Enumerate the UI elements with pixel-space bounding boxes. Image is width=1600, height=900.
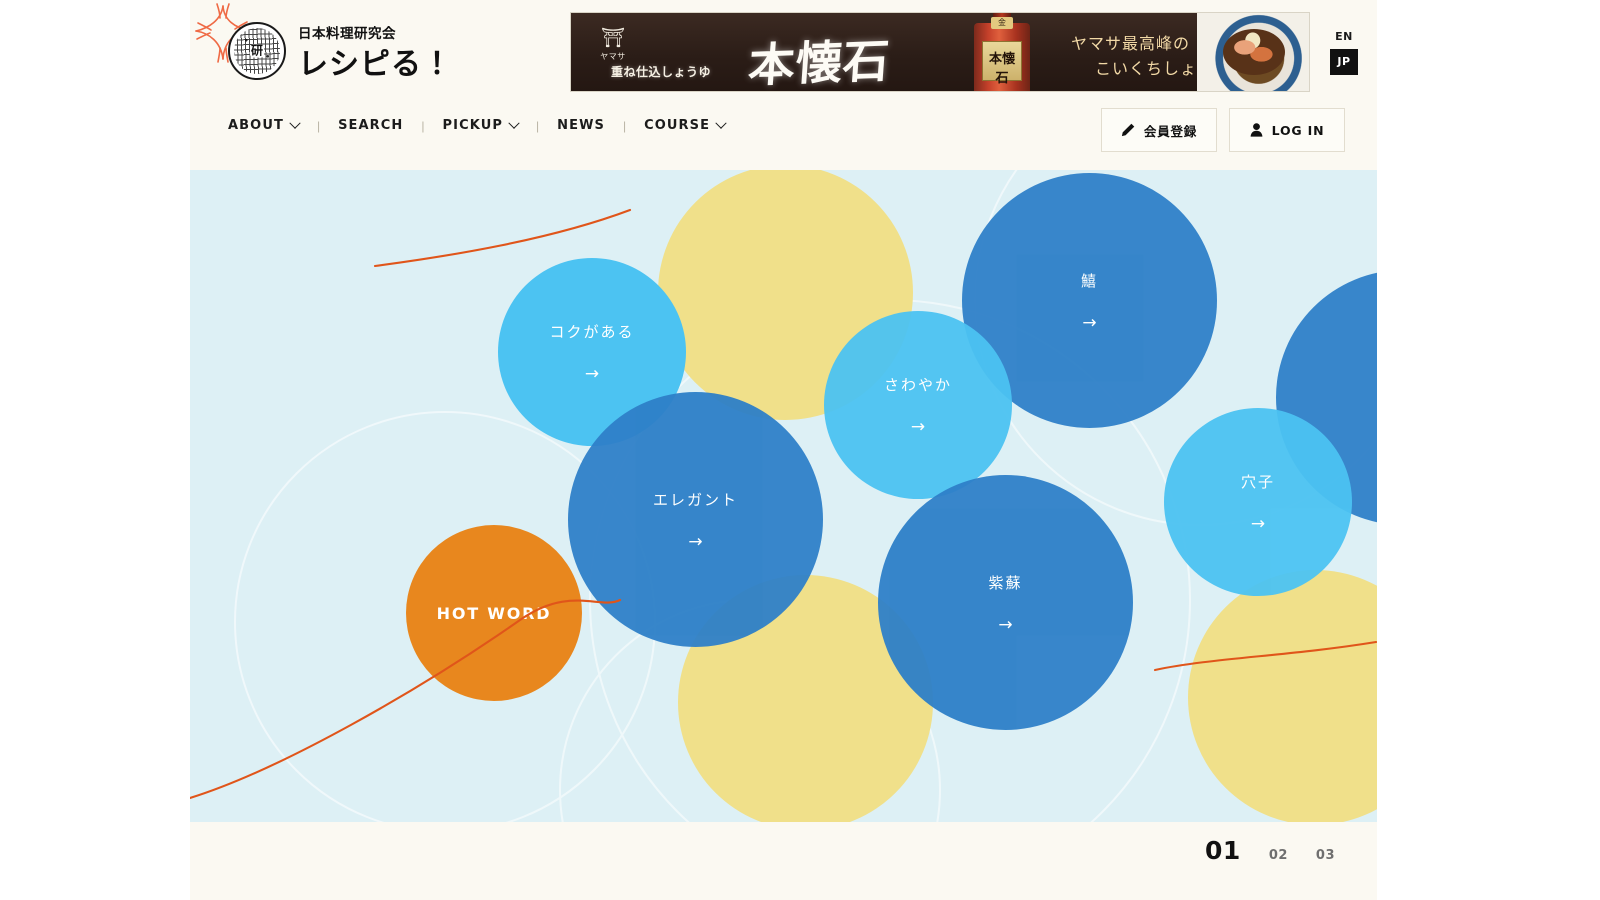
banner-tagline: 重ね仕込しょうゆ: [611, 65, 712, 79]
brand-title: レシピる！: [298, 47, 453, 82]
pagination-item-03[interactable]: 03: [1316, 848, 1335, 863]
banner-food-photo: [1197, 13, 1309, 91]
bubble-label: 鱚: [1080, 271, 1098, 290]
arrow-right-icon: →: [1250, 514, 1266, 534]
chevron-down-icon: [289, 117, 301, 129]
register-button[interactable]: 会員登録: [1101, 108, 1217, 152]
lang-option-en[interactable]: EN: [1330, 30, 1358, 43]
nav-separator: |: [622, 118, 627, 133]
bubble-hot-word[interactable]: HOT WORD: [406, 525, 582, 701]
arrow-right-icon: →: [998, 614, 1013, 635]
main-navigation: ABOUT | SEARCH | PICKUP | NEWS | COURSE: [228, 117, 727, 133]
bubble-elegant[interactable]: エレガント →: [568, 392, 823, 647]
nav-item-pickup[interactable]: PICKUP: [442, 117, 520, 133]
page-root: 日本料理研究会 レシピる！ ⛩ ヤマサ 重ね仕込しょうゆ 本懐石 金 本懐石 ヤ…: [190, 0, 1377, 900]
login-button-label: LOG IN: [1271, 122, 1325, 138]
site-logo[interactable]: 日本料理研究会 レシピる！: [228, 22, 453, 80]
pagination-item-01[interactable]: 01: [1205, 836, 1241, 865]
bubble-sawayaka[interactable]: さわやか →: [824, 311, 1012, 499]
arrow-right-icon: →: [1082, 312, 1097, 333]
banner-copy-line1: ヤマサ最高峰の: [1071, 34, 1191, 53]
bubble-label: コクがある: [549, 323, 635, 341]
nav-label-pickup: PICKUP: [442, 118, 503, 133]
banner-bottle-image: 金 本懐石: [966, 13, 1038, 91]
header-action-buttons: 会員登録 LOG IN: [1101, 108, 1345, 152]
login-button[interactable]: LOG IN: [1229, 108, 1345, 152]
chevron-down-icon: [715, 117, 727, 129]
bottle-cap-text: 金: [991, 17, 1013, 29]
bubble-label: 紫蘇: [988, 573, 1023, 592]
site-header: 日本料理研究会 レシピる！ ⛩ ヤマサ 重ね仕込しょうゆ 本懐石 金 本懐石 ヤ…: [190, 0, 1377, 170]
lang-option-jp[interactable]: JP: [1330, 49, 1358, 75]
bottle-label-text: 本懐石: [988, 52, 1015, 86]
nav-label-about: ABOUT: [228, 118, 284, 133]
brand-subtitle: 日本料理研究会: [298, 25, 396, 42]
nav-label-news: NEWS: [557, 118, 605, 133]
hero-bubble-canvas: コクがある → 鱚 → 白海老 → さわやか → エレガント → 穴子 → 紫蘇…: [190, 170, 1377, 822]
chevron-down-icon: [508, 117, 520, 129]
pencil-icon: [1121, 123, 1135, 137]
language-switcher[interactable]: EN JP: [1330, 30, 1358, 75]
arrow-right-icon: →: [910, 417, 926, 437]
register-button-label: 会員登録: [1143, 123, 1198, 139]
sponsor-name: ヤマサ: [600, 52, 626, 61]
nav-item-about[interactable]: ABOUT: [228, 117, 301, 133]
pagination-item-02[interactable]: 02: [1269, 848, 1288, 863]
sponsor-mark-icon: ⛩: [600, 28, 626, 49]
hero-pagination: 01 02 03: [190, 822, 1377, 900]
banner-product-title: 本懐石: [746, 33, 892, 92]
nav-item-course[interactable]: COURSE: [644, 117, 727, 133]
arrow-right-icon: →: [584, 364, 600, 384]
bubble-label: HOT WORD: [436, 603, 552, 623]
bubble-label: さわやか: [883, 376, 952, 394]
bubble-anago[interactable]: 穴子 →: [1164, 408, 1352, 596]
nav-separator: |: [421, 118, 425, 133]
bubble-label: 穴子: [1240, 473, 1275, 491]
nav-separator: |: [535, 118, 540, 133]
seal-logo-icon: [228, 22, 286, 80]
nav-item-search[interactable]: SEARCH: [338, 118, 403, 133]
nav-label-course: COURSE: [644, 118, 711, 133]
sponsor-logo: ⛩ ヤマサ: [589, 29, 637, 62]
sponsor-banner-ad[interactable]: ⛩ ヤマサ 重ね仕込しょうゆ 本懐石 金 本懐石 ヤマサ最高峰の こいくちしょう…: [570, 12, 1310, 92]
nav-label-search: SEARCH: [338, 118, 404, 133]
bubble-label: エレガント: [652, 490, 738, 509]
arrow-right-icon: →: [688, 531, 703, 552]
nav-item-news[interactable]: NEWS: [557, 118, 605, 133]
person-icon: [1250, 123, 1263, 137]
nav-separator: |: [316, 118, 321, 133]
bubble-shiso[interactable]: 紫蘇 →: [878, 475, 1133, 730]
